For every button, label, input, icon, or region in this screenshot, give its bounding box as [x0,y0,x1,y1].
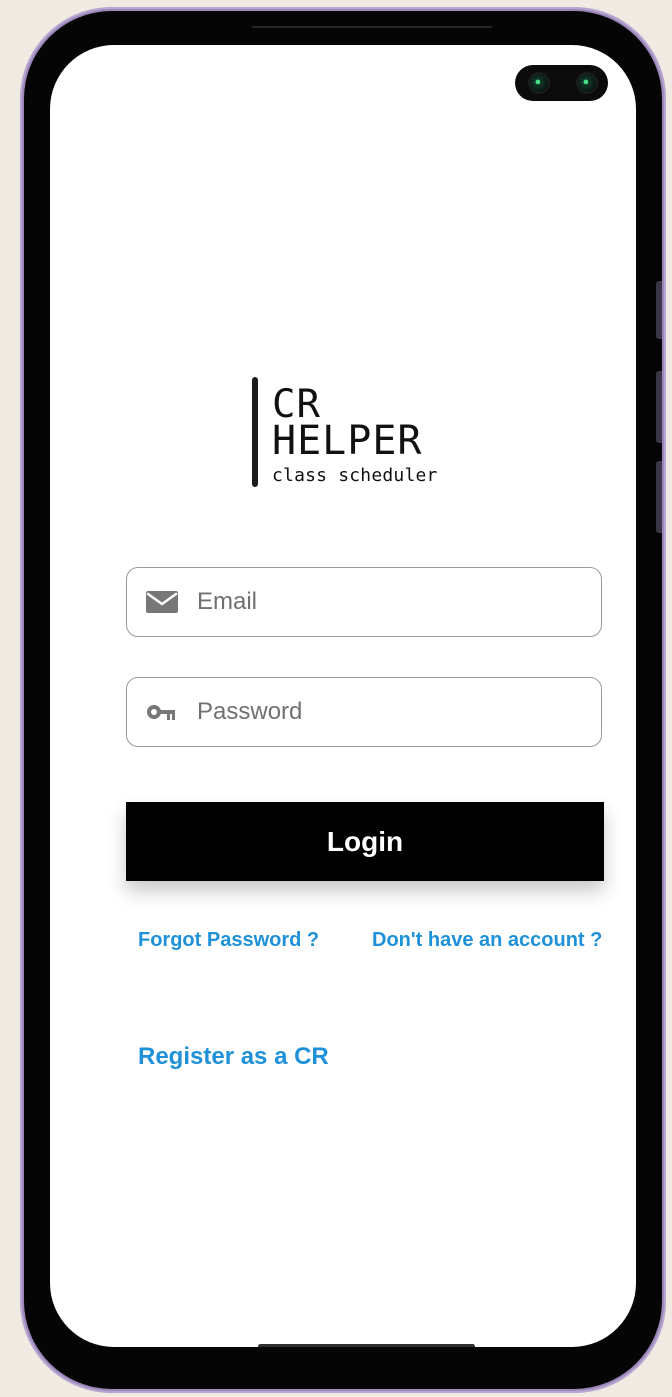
password-field-container[interactable] [126,677,602,747]
signup-link[interactable]: Don't have an account ? [372,929,602,952]
home-indicator[interactable] [258,1344,475,1347]
logo-text-line-2: HELPER [272,418,423,464]
register-cr-link[interactable]: Register as a CR [138,1043,329,1071]
front-camera-cluster [515,65,608,101]
side-button-top [656,281,662,339]
phone-body: CR HELPER class scheduler Email Login Fo… [24,11,662,1389]
logo-text-line-3: class scheduler [272,465,438,486]
forgot-password-link[interactable]: Forgot Password ? [138,929,319,952]
login-screen: CR HELPER class scheduler Email Login Fo… [50,45,636,1347]
app-logo: CR HELPER class scheduler [250,375,450,495]
front-camera-icon [576,72,598,94]
phone-frame: CR HELPER class scheduler Email Login Fo… [20,7,666,1393]
email-input[interactable] [197,568,587,636]
key-icon [147,705,175,720]
logo-bar [252,377,258,487]
speaker-line [252,26,492,28]
email-field-container[interactable] [126,567,602,637]
login-button[interactable]: Login [126,802,604,881]
side-button-bottom [656,461,662,533]
side-button-middle [656,371,662,443]
mail-icon [146,591,178,613]
front-camera-icon [528,72,550,94]
password-input[interactable] [197,678,587,746]
